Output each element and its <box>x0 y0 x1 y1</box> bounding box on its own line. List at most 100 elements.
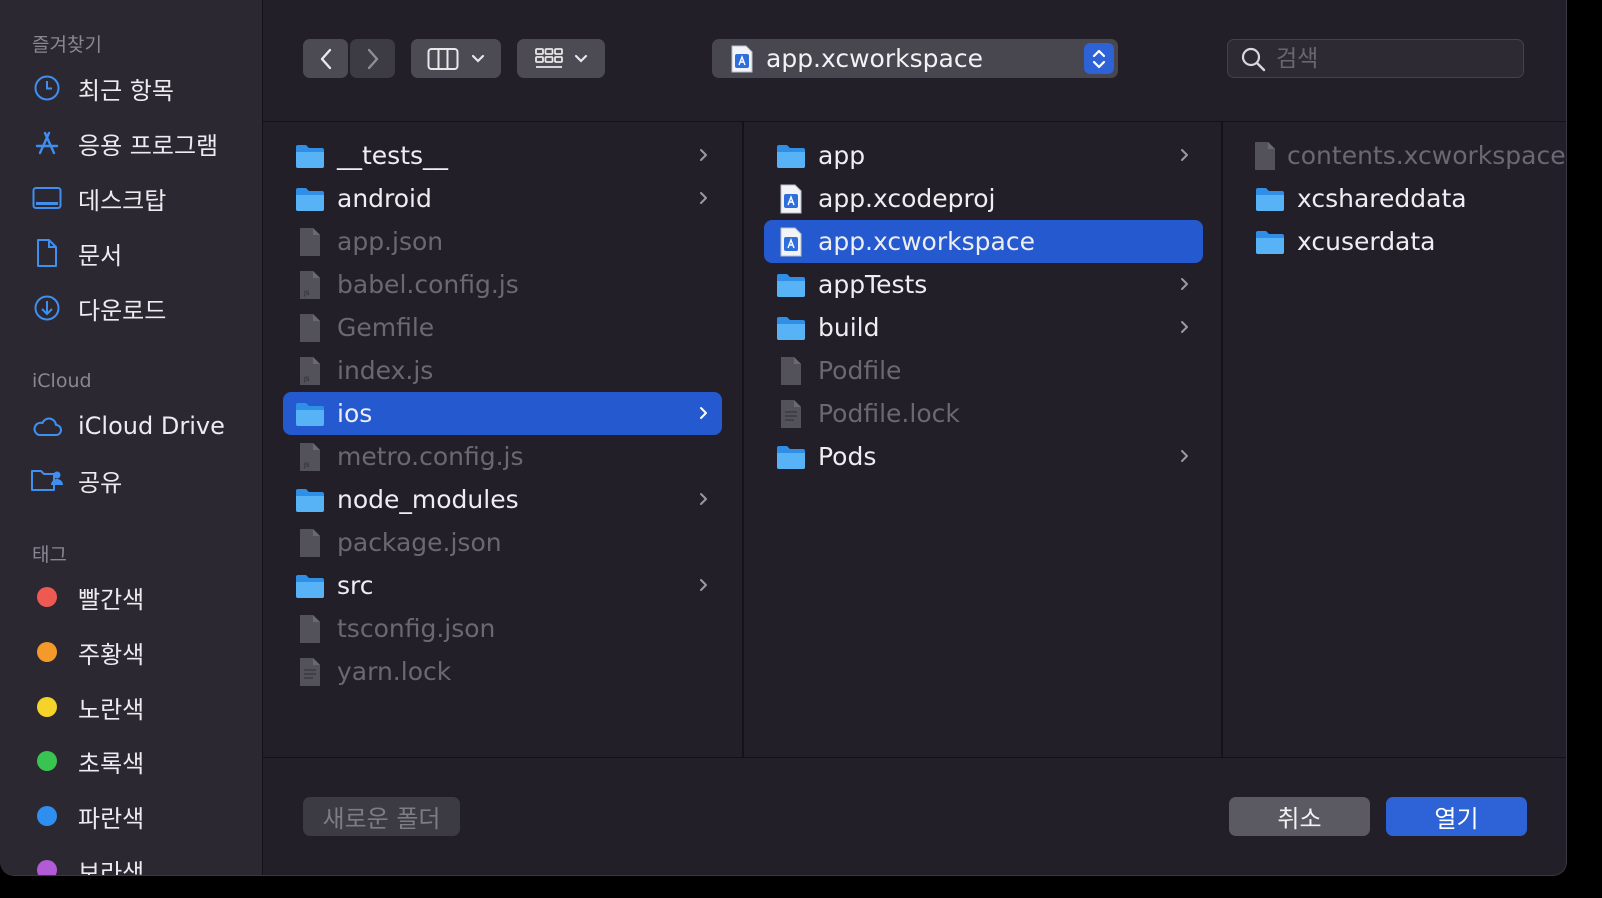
folder-icon <box>293 397 327 431</box>
file-row[interactable]: yarn.lock <box>283 650 722 693</box>
item-name: Gemfile <box>337 313 435 342</box>
folder-row[interactable]: ios <box>283 392 722 435</box>
file-row[interactable]: JS metro.config.js <box>283 435 722 478</box>
file-icon <box>293 225 327 259</box>
file-row[interactable]: Gemfile <box>283 306 722 349</box>
sidebar-item-icloud-drive[interactable]: iCloud Drive <box>30 406 250 446</box>
sidebar-item-label: 다운로드 <box>78 296 167 325</box>
folder-row[interactable]: Pods <box>764 435 1203 478</box>
folder-row[interactable]: xcuserdata <box>1243 220 1566 263</box>
chevron-right-icon <box>696 488 712 510</box>
js-file-icon: JS <box>293 354 327 388</box>
back-button[interactable] <box>303 39 348 78</box>
item-name: xcshareddata <box>1297 184 1467 213</box>
chevron-right-icon <box>1177 445 1193 467</box>
item-name: __tests__ <box>337 141 449 170</box>
chevron-right-icon <box>696 144 712 166</box>
sidebar-item-label: 노란색 <box>78 695 145 724</box>
sidebar-item-label: 최근 항목 <box>78 76 174 105</box>
document-icon <box>30 236 64 270</box>
sidebar-item-label: iCloud Drive <box>78 412 225 440</box>
sidebar: 즐겨찾기 최근 항목 응용 프로그램 데스크탑 문서 다운로드 iCloud i… <box>0 0 263 875</box>
new-folder-button[interactable]: 새로운 폴더 <box>303 797 460 836</box>
forward-button[interactable] <box>350 39 395 78</box>
file-row[interactable]: app.xcworkspace <box>764 220 1203 263</box>
svg-text:JS: JS <box>303 462 310 469</box>
chevron-left-icon <box>320 48 331 69</box>
file-row[interactable]: Podfile <box>764 349 1203 392</box>
sidebar-tag-yellow[interactable]: 노란색 <box>30 687 250 727</box>
folder-icon <box>774 440 808 474</box>
sidebar-item-label: 응용 프로그램 <box>78 131 219 160</box>
tags-header: 태그 <box>32 544 67 566</box>
sidebar-item-documents[interactable]: 문서 <box>30 233 250 273</box>
sidebar-tag-purple[interactable]: 보라색 <box>30 850 250 875</box>
applications-icon <box>30 126 64 160</box>
sidebar-item-recents[interactable]: 최근 항목 <box>30 68 250 108</box>
cancel-button[interactable]: 취소 <box>1229 797 1370 836</box>
sidebar-item-label: 공유 <box>78 468 123 497</box>
file-row[interactable]: Podfile.lock <box>764 392 1203 435</box>
folder-icon <box>293 139 327 173</box>
sidebar-tag-orange[interactable]: 주황색 <box>30 632 250 672</box>
item-name: xcuserdata <box>1297 227 1436 256</box>
download-icon <box>30 291 64 325</box>
sidebar-item-downloads[interactable]: 다운로드 <box>30 288 250 328</box>
folder-row[interactable]: src <box>283 564 722 607</box>
sidebar-tag-blue[interactable]: 파란색 <box>30 796 250 836</box>
file-row[interactable]: JS babel.config.js <box>283 263 722 306</box>
view-mode-button[interactable] <box>411 39 501 78</box>
folder-row[interactable]: app <box>764 134 1203 177</box>
sidebar-item-shared[interactable]: 공유 <box>30 460 250 500</box>
sidebar-item-label: 주황색 <box>78 640 145 669</box>
file-row[interactable]: app.json <box>283 220 722 263</box>
sidebar-item-label: 문서 <box>78 241 123 270</box>
file-row[interactable]: JS index.js <box>283 349 722 392</box>
file-row[interactable]: contents.xcworkspacedata <box>1243 134 1566 177</box>
file-row[interactable]: app.xcodeproj <box>764 177 1203 220</box>
file-row[interactable]: tsconfig.json <box>283 607 722 650</box>
chevron-right-icon <box>696 187 712 209</box>
open-file-dialog: 즐겨찾기 최근 항목 응용 프로그램 데스크탑 문서 다운로드 iCloud i… <box>0 0 1567 876</box>
folder-row[interactable]: android <box>283 177 722 220</box>
item-name: index.js <box>337 356 434 385</box>
folder-row[interactable]: xcshareddata <box>1243 177 1566 220</box>
folder-icon <box>293 182 327 216</box>
chevron-right-icon <box>696 574 712 596</box>
folder-icon <box>1253 182 1287 216</box>
group-button[interactable] <box>517 39 605 78</box>
sidebar-tag-green[interactable]: 초록색 <box>30 741 250 781</box>
file-icon <box>293 311 327 345</box>
search-field[interactable] <box>1227 39 1524 78</box>
file-icon <box>293 526 327 560</box>
sidebar-item-desktop[interactable]: 데스크탑 <box>30 178 250 218</box>
path-popup-button[interactable]: app.xcworkspace <box>712 39 1118 78</box>
sidebar-item-label: 데스크탑 <box>78 186 167 215</box>
chevron-right-icon <box>1177 316 1193 338</box>
folder-icon <box>293 569 327 603</box>
folder-row[interactable]: build <box>764 306 1203 349</box>
sidebar-item-label: 빨간색 <box>78 585 145 614</box>
xcode-project-icon <box>774 225 808 259</box>
item-name: tsconfig.json <box>337 614 496 643</box>
chevron-right-icon <box>1177 273 1193 295</box>
folder-row[interactable]: node_modules <box>283 478 722 521</box>
folder-row[interactable]: __tests__ <box>283 134 722 177</box>
item-name: Podfile.lock <box>818 399 960 428</box>
item-name: node_modules <box>337 485 519 514</box>
file-row[interactable]: package.json <box>283 521 722 564</box>
item-name: Podfile <box>818 356 902 385</box>
shared-folder-icon <box>30 463 64 497</box>
file-icon <box>774 354 808 388</box>
chevron-down-icon <box>574 54 588 63</box>
sidebar-item-applications[interactable]: 응용 프로그램 <box>30 123 250 163</box>
item-name: babel.config.js <box>337 270 519 299</box>
item-name: appTests <box>818 270 928 299</box>
folder-row[interactable]: appTests <box>764 263 1203 306</box>
xcode-workspace-icon <box>730 45 754 73</box>
grid-group-icon <box>535 47 563 68</box>
search-icon <box>1240 46 1266 72</box>
open-button[interactable]: 열기 <box>1386 797 1527 836</box>
search-input[interactable] <box>1274 44 1508 73</box>
sidebar-tag-red[interactable]: 빨간색 <box>30 577 250 617</box>
